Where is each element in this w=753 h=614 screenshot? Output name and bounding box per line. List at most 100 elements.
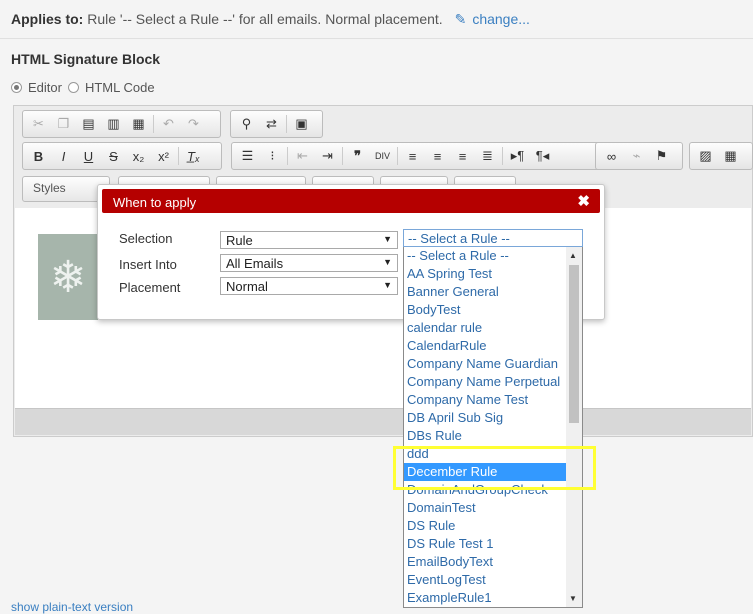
rule-option[interactable]: EmailBodyText (404, 553, 566, 571)
mode-radio-group: Editor HTML Code (11, 80, 161, 95)
rule-option[interactable]: Company Name Test (404, 391, 566, 409)
editor-status-bar (15, 408, 751, 435)
placement-select[interactable]: Normal ▼ (220, 277, 398, 295)
toolbar-separator (153, 115, 154, 133)
placement-select-value: Normal (226, 279, 268, 294)
decrease-indent-icon[interactable]: ⇤ (290, 145, 315, 167)
paste-icon[interactable]: ▤ (76, 113, 101, 135)
increase-indent-icon[interactable]: ⇥ (315, 145, 340, 167)
editor-radio-label[interactable]: Editor (28, 80, 62, 95)
rule-option[interactable]: ExampleRule1 (404, 589, 566, 607)
rule-option[interactable]: calendar rule (404, 319, 566, 337)
rule-option[interactable]: DomainTest (404, 499, 566, 517)
snowflake-image: ❄ (38, 234, 98, 320)
underline-icon[interactable]: U (76, 145, 101, 167)
scroll-down-icon[interactable]: ▼ (569, 594, 577, 603)
rule-option[interactable]: Company Name Guardian (404, 355, 566, 373)
scroll-up-icon[interactable]: ▲ (569, 251, 577, 260)
applies-to-line: Applies to: Rule '-- Select a Rule --' f… (11, 11, 530, 28)
remove-format-icon[interactable]: T̲ₓ (181, 145, 206, 167)
rule-option[interactable]: -- Select a Rule -- (404, 247, 566, 265)
html-code-radio[interactable] (67, 82, 79, 93)
dialog-title: When to apply (113, 195, 197, 210)
align-right-icon[interactable]: ≡ (450, 145, 475, 167)
toolbar-separator (397, 147, 398, 165)
rule-select[interactable]: -- Select a Rule -- (403, 229, 583, 247)
anchor-icon[interactable]: ⚑ (649, 145, 674, 167)
ltr-icon[interactable]: ▸¶ (505, 145, 530, 167)
selection-select[interactable]: Rule ▼ (220, 231, 398, 249)
find-toolbar-group: ⚲ ⇄ ▣ (230, 110, 323, 138)
unlink-icon[interactable]: ⌁ (624, 145, 649, 167)
section-title: HTML Signature Block (11, 51, 161, 67)
chevron-down-icon: ▼ (383, 234, 392, 244)
scrollbar[interactable]: ▲ ▼ (566, 247, 582, 607)
paste-text-icon[interactable]: ▥ (101, 113, 126, 135)
rule-option[interactable]: DBs Rule (404, 427, 566, 445)
rule-option[interactable]: DB April Sub Sig (404, 409, 566, 427)
bold-icon[interactable]: B (26, 145, 51, 167)
edit-icon: ✎ (454, 11, 467, 27)
selection-label: Selection (119, 231, 173, 246)
rule-option[interactable]: AA Spring Test (404, 265, 566, 283)
redo-icon[interactable]: ↷ (181, 113, 206, 135)
close-icon[interactable]: ✖ (577, 192, 590, 210)
change-link-label: change... (472, 11, 530, 27)
toolbar-separator (502, 147, 503, 165)
annotation-highlight-box (393, 446, 596, 490)
rule-option[interactable]: DS Rule (404, 517, 566, 535)
chevron-down-icon: ▼ (383, 257, 392, 267)
cut-icon[interactable]: ✂ (26, 113, 51, 135)
rule-select-value: -- Select a Rule -- (408, 231, 510, 246)
table-icon[interactable]: ▦ (718, 145, 743, 167)
rule-option[interactable]: DS Rule Test 1 (404, 535, 566, 553)
applies-to-text: Rule '-- Select a Rule --' for all email… (87, 11, 443, 27)
insert-into-select[interactable]: All Emails ▼ (220, 254, 398, 272)
undo-icon[interactable]: ↶ (156, 113, 181, 135)
toolbar-separator (286, 115, 287, 133)
justify-icon[interactable]: ≣ (475, 145, 500, 167)
blockquote-icon[interactable]: ❞ (345, 145, 370, 167)
find-icon[interactable]: ⚲ (234, 113, 259, 135)
chevron-down-icon: ▼ (383, 280, 392, 290)
paste-word-icon[interactable]: ▦ (126, 113, 151, 135)
div-container-icon[interactable]: DIV (370, 145, 395, 167)
styles-dropdown-label: Styles (33, 181, 66, 195)
change-link[interactable]: ✎ change... (455, 11, 530, 27)
dialog-header: When to apply ✖ (102, 189, 600, 213)
toolbar-separator (287, 147, 288, 165)
link-icon[interactable]: ∞ (599, 145, 624, 167)
plain-text-link[interactable]: show plain-text version (11, 600, 133, 614)
html-code-radio-label[interactable]: HTML Code (85, 80, 155, 95)
divider (0, 38, 753, 39)
rule-option[interactable]: EventLogTest (404, 571, 566, 589)
numbered-list-icon[interactable]: ☰ (235, 145, 260, 167)
align-left-icon[interactable]: ≡ (400, 145, 425, 167)
copy-icon[interactable]: ❐ (51, 113, 76, 135)
selection-select-value: Rule (226, 233, 253, 248)
rtl-icon[interactable]: ¶◂ (530, 145, 555, 167)
insert-into-label: Insert Into (119, 257, 177, 272)
insert-toolbar-group: ▨ ▦ (689, 142, 753, 170)
strikethrough-icon[interactable]: S (101, 145, 126, 167)
rule-option[interactable]: Company Name Perpetual (404, 373, 566, 391)
select-all-icon[interactable]: ▣ (289, 113, 314, 135)
editor-radio[interactable] (11, 82, 22, 93)
link-toolbar-group: ∞ ⌁ ⚑ (595, 142, 683, 170)
italic-icon[interactable]: I (51, 145, 76, 167)
placement-label: Placement (119, 280, 181, 295)
toolbar-separator (342, 147, 343, 165)
rule-option[interactable]: BodyTest (404, 301, 566, 319)
align-center-icon[interactable]: ≡ (425, 145, 450, 167)
superscript-icon[interactable]: x² (151, 145, 176, 167)
rule-option[interactable]: Banner General (404, 283, 566, 301)
image-icon[interactable]: ▨ (693, 145, 718, 167)
rule-option[interactable]: CalendarRule (404, 337, 566, 355)
replace-icon[interactable]: ⇄ (259, 113, 284, 135)
subscript-icon[interactable]: x₂ (126, 145, 151, 167)
format-toolbar-group: B I U S x₂ x² T̲ₓ (22, 142, 222, 170)
bulleted-list-icon[interactable]: ⁝ (260, 145, 285, 167)
rule-dropdown-list[interactable]: -- Select a Rule -- AA Spring Test Banner … (403, 247, 583, 608)
applies-to-label: Applies to: (11, 11, 84, 27)
scrollbar-thumb[interactable] (569, 265, 579, 423)
